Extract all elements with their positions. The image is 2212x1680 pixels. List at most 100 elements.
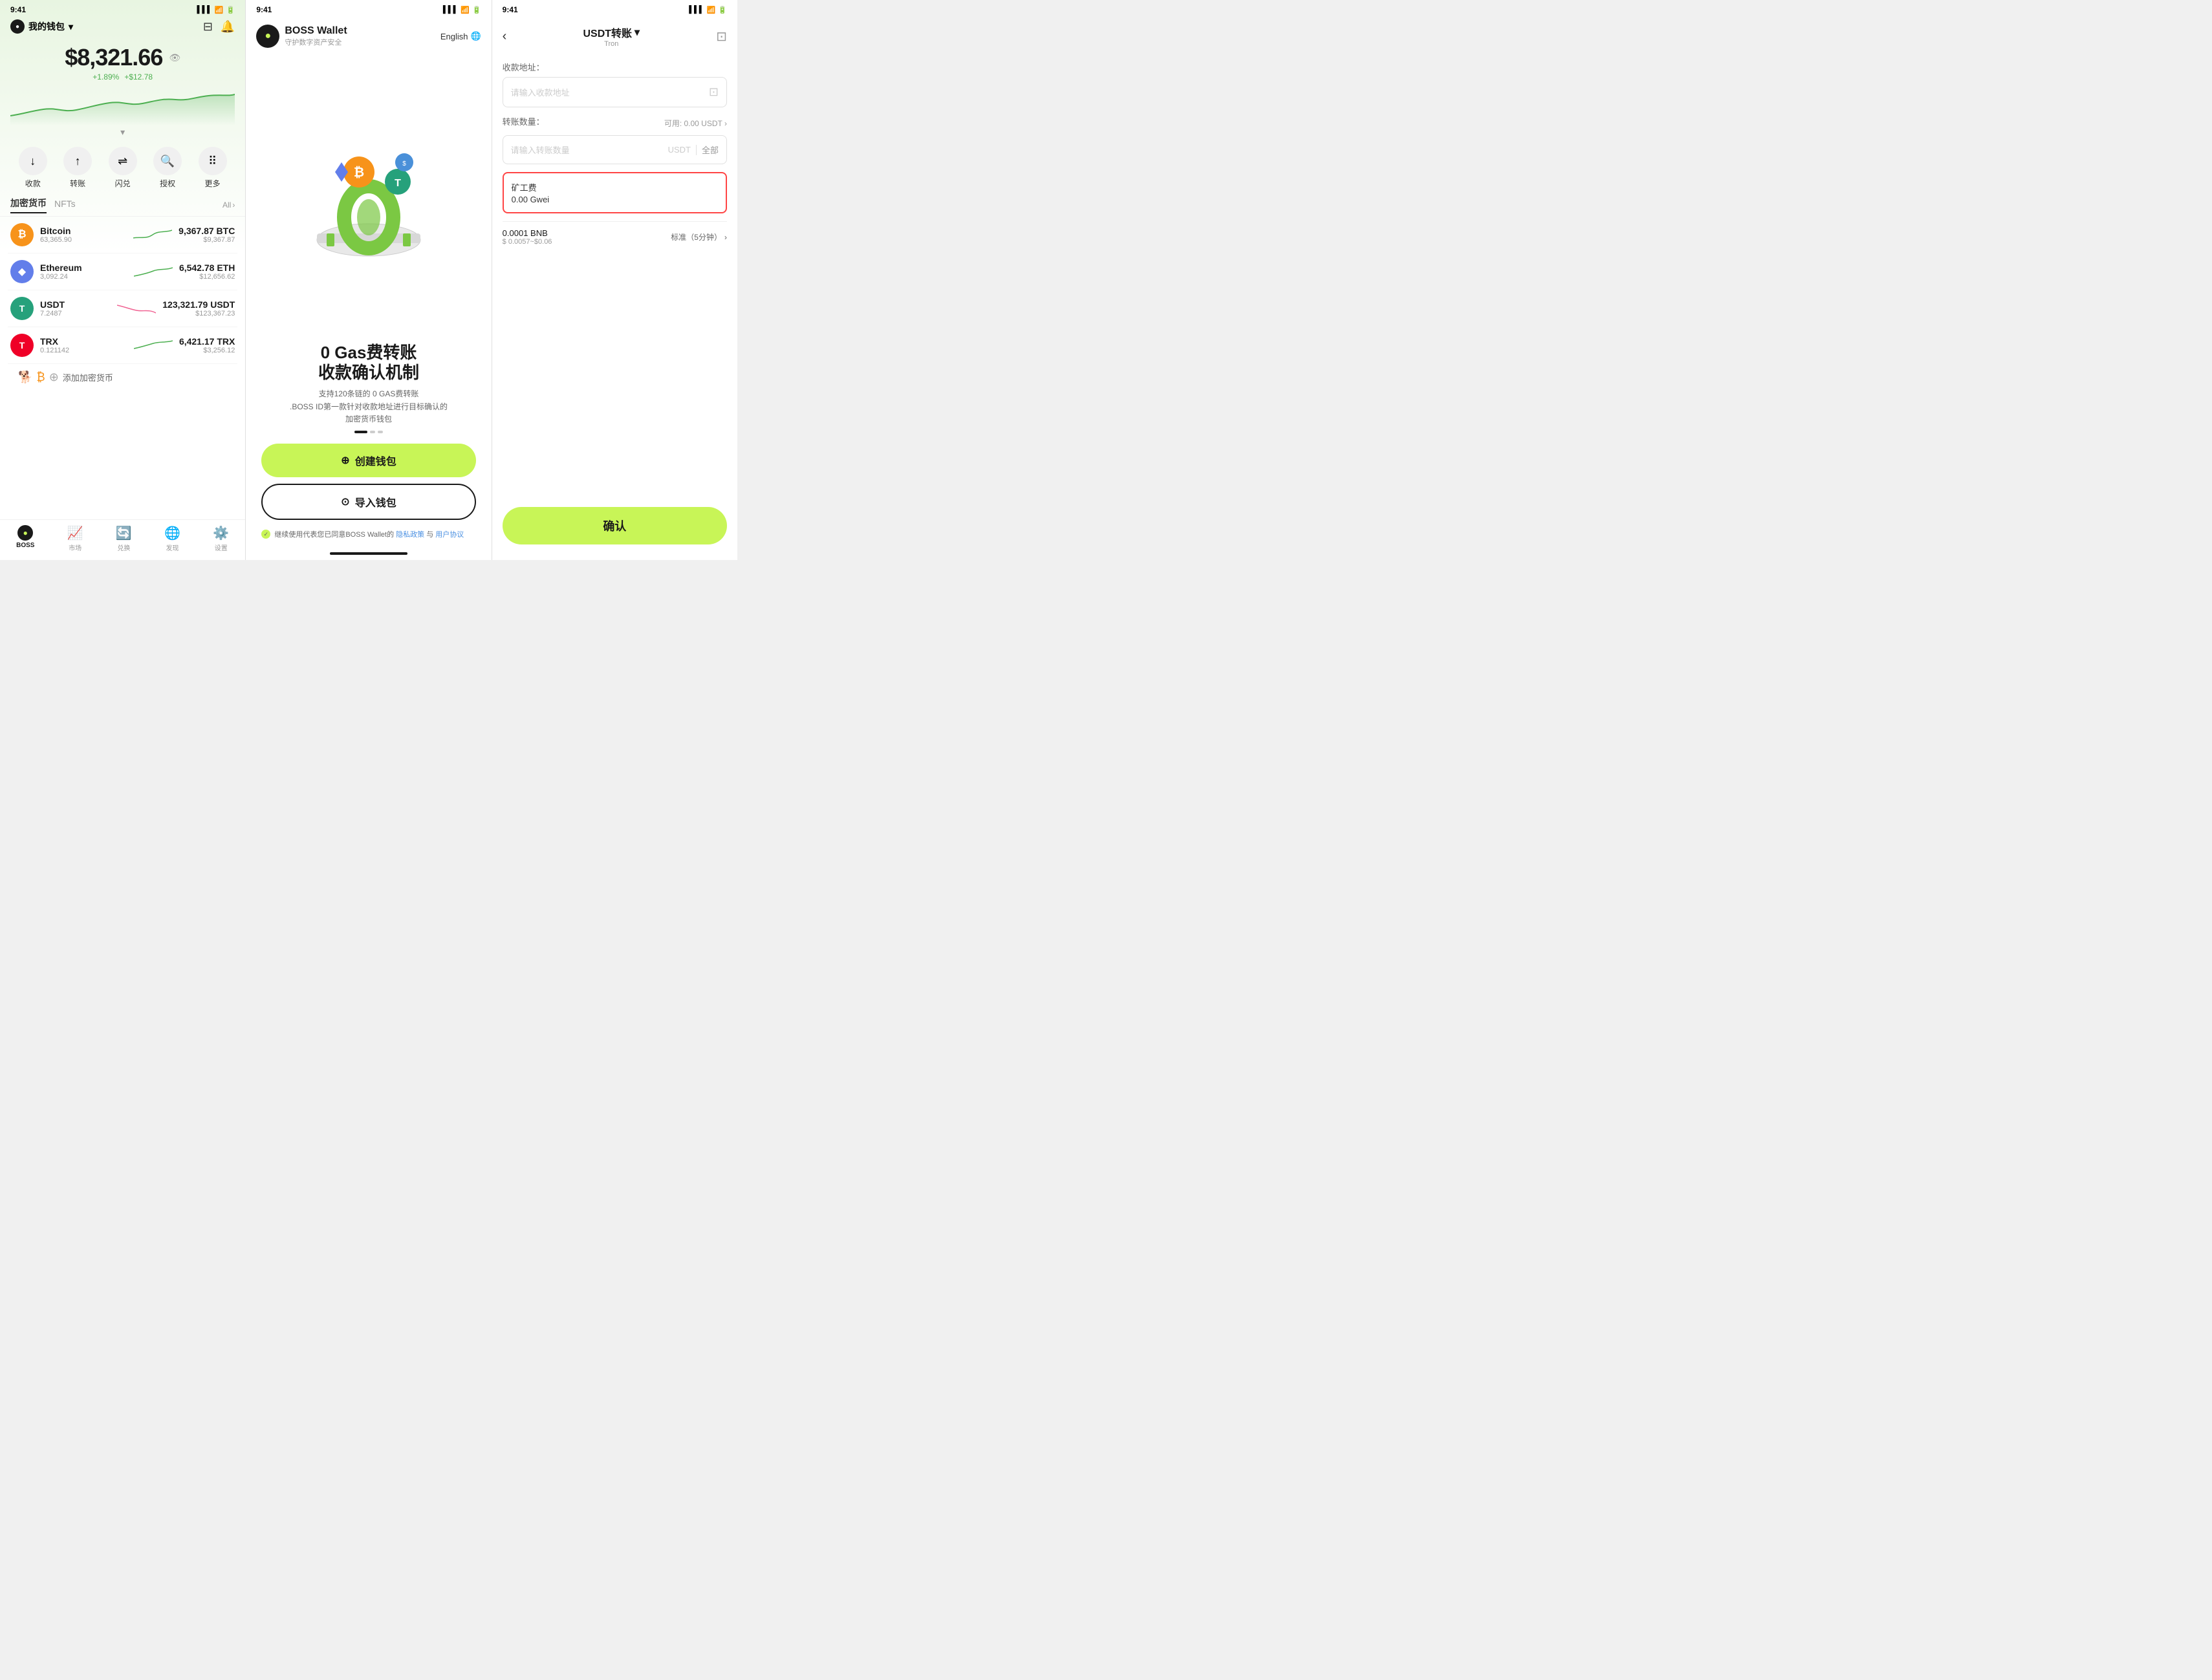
import-wallet-label: 导入钱包 — [355, 494, 396, 510]
nav-market[interactable]: 📈 市场 — [67, 525, 83, 552]
service-link[interactable]: 用户协议 — [435, 531, 464, 539]
svg-text:₿: ₿ — [354, 166, 364, 180]
title-dropdown-icon[interactable]: ▾ — [634, 26, 640, 39]
nav-settings[interactable]: ⚙️ 设置 — [213, 525, 229, 552]
wallet-home-panel: 9:41 ▌▌▌ 📶 🔋 ● 我的钱包 ▾ ⊟ 🔔 $8,321.66 👁 +1… — [0, 0, 245, 560]
eth-logo: ◆ — [10, 260, 34, 283]
more-icon-circle: ⠿ — [199, 147, 227, 175]
list-item[interactable]: ₿ Bitcoin 63,365.90 9,367.87 BTC $9,367.… — [8, 217, 237, 253]
hero-3d-graphic: ₿ T $ — [298, 133, 440, 263]
asset-tabs: 加密货币 NFTs All › — [0, 194, 245, 217]
receive-label: 收款 — [25, 178, 41, 189]
terms-row: ✓ 继续使用代表您已同意BOSS Wallet的 隐私政策 与 用户协议 — [246, 525, 491, 547]
divider — [696, 145, 697, 155]
wallet-dropdown-icon: ▾ — [69, 21, 73, 32]
amount-all-btn[interactable]: 全部 — [702, 144, 719, 156]
boss-logo-icon: ● — [256, 25, 279, 48]
address-input-box[interactable]: 请输入收款地址 ⊡ — [503, 77, 727, 107]
wifi-icon: 📶 — [215, 6, 224, 14]
privacy-link[interactable]: 隐私政策 — [396, 531, 424, 539]
scan-qr-icon[interactable]: ⊡ — [709, 85, 719, 99]
list-item[interactable]: T TRX 0.121142 6,421.17 TRX $3,256.12 — [8, 327, 237, 364]
create-wallet-btn[interactable]: ⊕ 创建钱包 — [261, 444, 475, 477]
boss-header: ● BOSS Wallet 守护数字资产安全 English 🌐 — [246, 17, 491, 53]
usdt-values: 123,321.79 USDT $123,367.23 — [162, 299, 235, 318]
add-crypto-btn[interactable]: 🐕 ₿ ⊕ 添加加密货币 — [8, 364, 237, 391]
status-bar-p2: 9:41 ▌▌▌ 📶 🔋 — [246, 0, 491, 17]
btc-info: Bitcoin 63,365.90 — [40, 226, 127, 244]
download-icon: ⊙ — [341, 495, 349, 508]
amount-placeholder: 请输入转账数量 — [511, 144, 663, 156]
wallet-action-buttons: ⊕ 创建钱包 ⊙ 导入钱包 — [246, 438, 491, 525]
more-btn[interactable]: ⠿ 更多 — [199, 147, 227, 189]
terms-check-icon[interactable]: ✓ — [261, 530, 270, 539]
fullscreen-icon[interactable]: ⊡ — [716, 28, 727, 45]
usdt-logo: T — [10, 297, 34, 320]
amount-input-box[interactable]: 请输入转账数量 USDT 全部 — [503, 135, 727, 164]
import-wallet-btn[interactable]: ⊙ 导入钱包 — [261, 484, 475, 520]
transfer-title-text: USDT转账 — [583, 25, 632, 40]
swap-btn[interactable]: ⇌ 闪兑 — [109, 147, 137, 189]
status-icons-p2: ▌▌▌ 📶 🔋 — [443, 6, 481, 14]
status-bar-p1: 9:41 ▌▌▌ 📶 🔋 — [0, 0, 245, 17]
nav-boss[interactable]: ● BOSS — [16, 525, 34, 552]
address-label: 收款地址： — [503, 61, 727, 73]
lang-selector[interactable]: English 🌐 — [440, 31, 481, 41]
create-wallet-label: 创建钱包 — [355, 453, 396, 468]
hero-desc: 支持120条链的 0 GAS费转账 .BOSS ID第一款针对收款地址进行目标确… — [261, 388, 475, 425]
portfolio-chart — [10, 87, 235, 125]
market-icon: 📈 — [67, 525, 83, 541]
transfer-title-main: USDT转账 ▾ — [583, 25, 640, 40]
gas-usd: $ 0.0057~$0.06 — [503, 238, 552, 246]
globe-icon: 🌐 — [470, 31, 481, 41]
swap-icon-circle: ⇌ — [109, 147, 137, 175]
wallet-icon: ● — [10, 19, 25, 34]
battery-icon-p2: 🔋 — [472, 6, 481, 14]
wallet-selector[interactable]: ● 我的钱包 ▾ — [10, 19, 73, 34]
chart-expand-icon[interactable]: ▾ — [0, 125, 245, 142]
eye-icon[interactable]: 👁 — [169, 52, 180, 63]
btc-logo: ₿ — [10, 223, 34, 246]
list-item[interactable]: ◆ Ethereum 3,092.24 6,542.78 ETH $12,656… — [8, 253, 237, 290]
boss-subtitle: 守护数字资产安全 — [285, 37, 347, 47]
tab-nfts[interactable]: NFTs — [54, 199, 76, 211]
gas-info: 0.0001 BNB $ 0.0057~$0.06 — [503, 228, 552, 246]
send-btn[interactable]: ↑ 转账 — [63, 147, 92, 189]
tab-all[interactable]: All › — [222, 200, 235, 210]
battery-icon-p3: 🔋 — [718, 6, 727, 14]
gas-speed-selector[interactable]: 标准（5分钟） › — [671, 232, 727, 242]
chevron-right-gas-icon: › — [724, 233, 727, 242]
fee-box[interactable]: 矿工费 0.00 Gwei — [503, 172, 727, 213]
back-button[interactable]: ‹ — [503, 29, 507, 44]
amount-available: 可用: 0.00 USDT › — [664, 118, 727, 129]
tab-crypto[interactable]: 加密货币 — [10, 197, 47, 213]
list-item[interactable]: T USDT 7.2487 123,321.79 USDT $123,367.2… — [8, 290, 237, 327]
confirm-btn[interactable]: 确认 — [503, 507, 727, 544]
swap-nav-icon: 🔄 — [116, 525, 132, 541]
auth-btn[interactable]: 🔍 授权 — [153, 147, 182, 189]
settings-icon: ⚙️ — [213, 525, 229, 541]
nav-boss-label: BOSS — [16, 542, 34, 549]
signal-icon: ▌▌▌ — [197, 6, 212, 14]
discover-icon: 🌐 — [164, 525, 180, 541]
eth-info: Ethereum 3,092.24 — [40, 263, 127, 281]
nav-discover[interactable]: 🌐 发现 — [164, 525, 180, 552]
amount-label-row: 转账数量： 可用: 0.00 USDT › — [503, 115, 727, 131]
status-bar-p3: 9:41 ▌▌▌ 📶 🔋 — [492, 0, 737, 17]
status-time-p1: 9:41 — [10, 5, 26, 14]
svg-text:T: T — [395, 178, 401, 189]
balance-change: +1.89% +$12.78 — [10, 72, 235, 81]
nav-discover-label: 发现 — [166, 543, 179, 552]
send-label: 转账 — [70, 178, 85, 189]
scan-icon[interactable]: ⊟ — [203, 20, 213, 34]
crypto-list: ₿ Bitcoin 63,365.90 9,367.87 BTC $9,367.… — [0, 217, 245, 519]
hero-headline: 0 Gas费转账 收款确认机制 支持120条链的 0 GAS费转账 .BOSS … — [246, 343, 491, 425]
receive-btn[interactable]: ↓ 收款 — [19, 147, 47, 189]
nav-swap[interactable]: 🔄 兑换 — [116, 525, 132, 552]
signal-icon-p2: ▌▌▌ — [443, 6, 458, 14]
home-indicator-p2 — [246, 547, 491, 560]
confirm-area: 确认 — [492, 499, 737, 560]
header-actions: ⊟ 🔔 — [203, 20, 235, 34]
bell-icon[interactable]: 🔔 — [221, 20, 235, 34]
gas-speed-label: 标准（5分钟） — [671, 232, 722, 242]
